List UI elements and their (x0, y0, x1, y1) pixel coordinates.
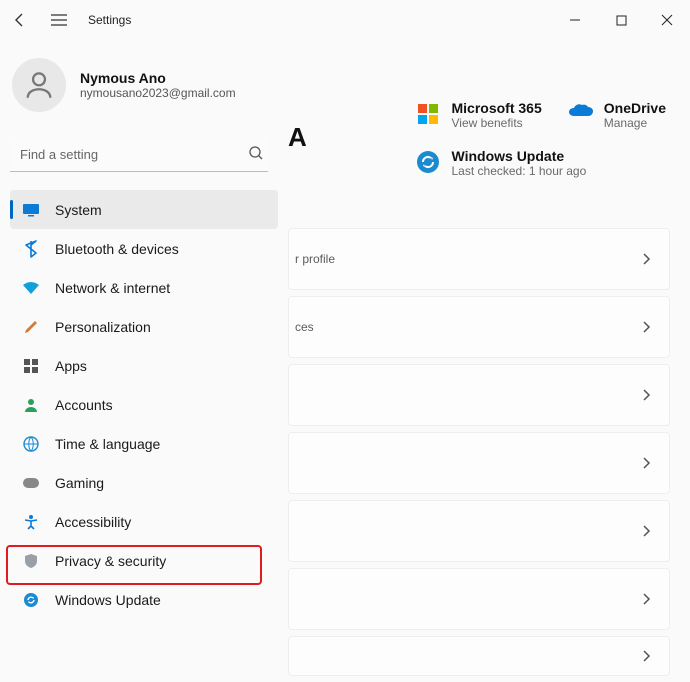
account-email: nymousano2023@gmail.com (80, 86, 236, 100)
search-input[interactable] (10, 138, 268, 172)
nav-item-accounts[interactable]: Accounts (10, 385, 278, 424)
brush-icon (22, 318, 40, 336)
apps-icon (22, 357, 40, 375)
top-tiles: Microsoft 365 View benefits OneDrive Man… (416, 100, 667, 178)
tile-title: OneDrive (604, 100, 666, 116)
nav-item-apps[interactable]: Apps (10, 346, 278, 385)
nav-label: Accessibility (55, 514, 131, 530)
chevron-right-icon (641, 592, 651, 606)
chevron-right-icon (641, 388, 651, 402)
display-icon (22, 201, 40, 219)
window-controls (552, 0, 690, 40)
chevron-right-icon (641, 320, 651, 334)
back-button[interactable] (0, 0, 40, 40)
nav-item-personalization[interactable]: Personalization (10, 307, 278, 346)
card-fragment: ces (295, 320, 314, 334)
tile-sub: Last checked: 1 hour ago (452, 164, 587, 178)
onedrive-icon (568, 102, 592, 126)
search-box[interactable] (10, 138, 278, 172)
settings-card[interactable] (288, 636, 670, 676)
nav-item-system[interactable]: System (10, 190, 278, 229)
nav-label: Accounts (55, 397, 113, 413)
main-content: A Microsoft 365 View benefits (288, 40, 690, 671)
update-icon (416, 150, 440, 174)
maximize-icon (616, 15, 627, 26)
nav-label: Network & internet (55, 280, 170, 296)
nav-item-time-language[interactable]: Time & language (10, 424, 278, 463)
close-icon (661, 14, 673, 26)
nav-item-accessibility[interactable]: Accessibility (10, 502, 278, 541)
settings-card[interactable] (288, 500, 670, 562)
app-title: Settings (88, 13, 131, 27)
bluetooth-icon (22, 240, 40, 258)
nav-label: Time & language (55, 436, 160, 452)
settings-card[interactable] (288, 432, 670, 494)
nav-label: Gaming (55, 475, 104, 491)
tile-sub: Manage (604, 116, 666, 130)
menu-button[interactable] (40, 0, 78, 40)
account-block[interactable]: Nymous Ano nymousano2023@gmail.com (10, 50, 278, 124)
nav-item-gaming[interactable]: Gaming (10, 463, 278, 502)
settings-card[interactable] (288, 364, 670, 426)
titlebar: Settings (0, 0, 690, 40)
account-name: Nymous Ano (80, 70, 236, 86)
nav-item-bluetooth[interactable]: Bluetooth & devices (10, 229, 278, 268)
close-button[interactable] (644, 0, 690, 40)
chevron-right-icon (641, 252, 651, 266)
chevron-right-icon (641, 524, 651, 538)
nav-item-windows-update[interactable]: Windows Update (10, 580, 278, 619)
tile-title: Microsoft 365 (452, 100, 542, 116)
nav-label: Personalization (55, 319, 151, 335)
tile-onedrive[interactable]: OneDrive Manage (568, 100, 666, 130)
nav-label: Apps (55, 358, 87, 374)
nav-label: System (55, 202, 102, 218)
nav-label: Privacy & security (55, 553, 166, 569)
nav-label: Windows Update (55, 592, 161, 608)
search-icon (248, 145, 264, 161)
nav-item-network[interactable]: Network & internet (10, 268, 278, 307)
update-icon (22, 591, 40, 609)
shield-icon (22, 552, 40, 570)
tile-microsoft-365[interactable]: Microsoft 365 View benefits (416, 100, 542, 130)
accessibility-icon (22, 513, 40, 531)
globe-icon (22, 435, 40, 453)
nav-label: Bluetooth & devices (55, 241, 179, 257)
nav-list: System Bluetooth & devices Network & int… (10, 190, 278, 619)
sidebar: Nymous Ano nymousano2023@gmail.com Syste… (0, 40, 288, 671)
tile-title: Windows Update (452, 148, 587, 164)
page-heading-fragment: A (288, 122, 307, 153)
chevron-right-icon (641, 649, 651, 663)
person-icon (22, 68, 56, 102)
nav-item-privacy-security[interactable]: Privacy & security (10, 541, 278, 580)
account-icon (22, 396, 40, 414)
hamburger-icon (51, 14, 67, 26)
arrow-left-icon (12, 12, 28, 28)
minimize-icon (569, 14, 581, 26)
chevron-right-icon (641, 456, 651, 470)
settings-cards: r profile ces (288, 228, 670, 682)
minimize-button[interactable] (552, 0, 598, 40)
wifi-icon (22, 279, 40, 297)
card-fragment: r profile (295, 252, 335, 266)
maximize-button[interactable] (598, 0, 644, 40)
tile-sub: View benefits (452, 116, 542, 130)
microsoft-365-icon (416, 102, 440, 126)
avatar (12, 58, 66, 112)
settings-card[interactable]: r profile (288, 228, 670, 290)
gaming-icon (22, 474, 40, 492)
tile-windows-update[interactable]: Windows Update Last checked: 1 hour ago (416, 148, 587, 178)
settings-card[interactable] (288, 568, 670, 630)
settings-card[interactable]: ces (288, 296, 670, 358)
